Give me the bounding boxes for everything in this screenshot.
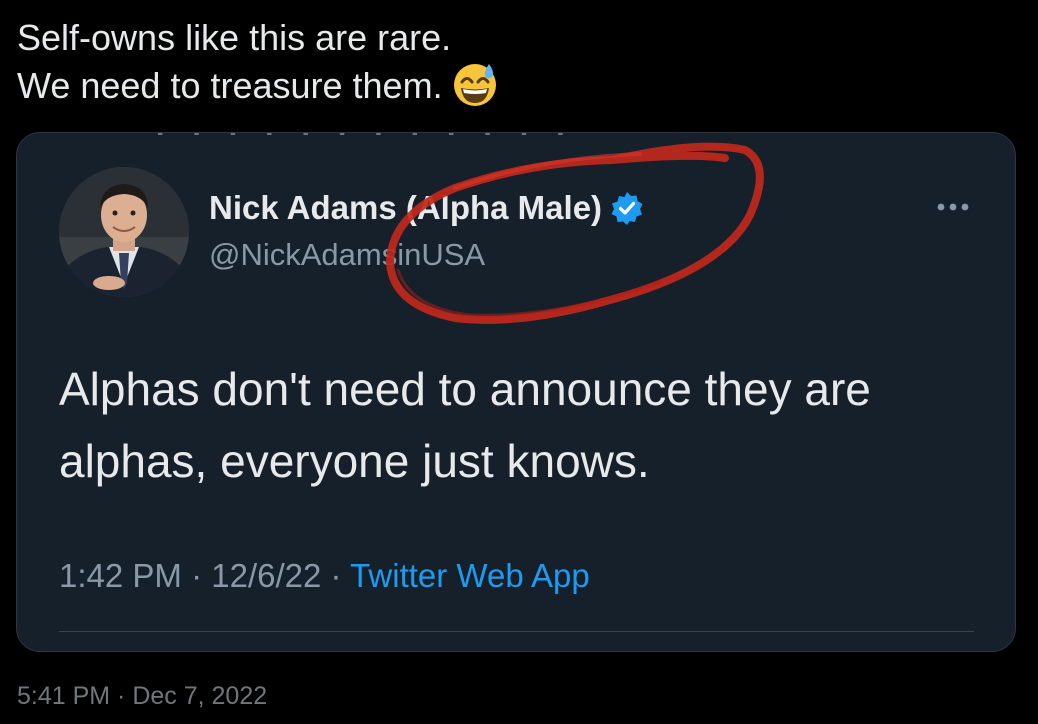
grinning-face-with-sweat-emoji-icon [451,60,499,108]
more-options-icon[interactable] [927,193,979,223]
screenshot-page: Self-owns like this are rare. We need to… [0,0,1038,724]
post-text-line-2-text: We need to treasure them. [17,65,443,106]
avatar[interactable] [59,167,189,297]
meta-separator: · [181,557,212,594]
display-name[interactable]: Nick Adams (Alpha Male) [209,189,644,227]
tweet-time[interactable]: 1:42 PM [59,557,182,594]
quoted-tweet-card[interactable]: ▪▪▪▪▪▪▪▪▪▪▪▪ Nick Adams (Alpha Male) [16,132,1016,652]
partially-hidden-header: ▪▪▪▪▪▪▪▪▪▪▪▪ [157,133,797,135]
tweet-metadata: 1:42 PM · 12/6/22 · Twitter Web App [59,557,590,595]
post-text: Self-owns like this are rare. We need to… [17,14,499,112]
tweet-source-link[interactable]: Twitter Web App [350,557,590,594]
post-text-line-2: We need to treasure them. [17,62,499,112]
display-name-text[interactable]: Nick Adams (Alpha Male) [209,189,602,227]
verified-badge-icon [610,191,644,225]
meta-separator: · [321,557,351,594]
post-timestamp[interactable]: 5:41 PM · Dec 7, 2022 [17,682,267,711]
divider [59,631,974,632]
post-text-line-1: Self-owns like this are rare. [17,17,452,58]
tweet-date[interactable]: 12/6/22 [211,557,321,594]
user-handle[interactable]: @NickAdamsinUSA [209,237,485,273]
tweet-body-text: Alphas don't need to announce they are a… [59,363,871,487]
